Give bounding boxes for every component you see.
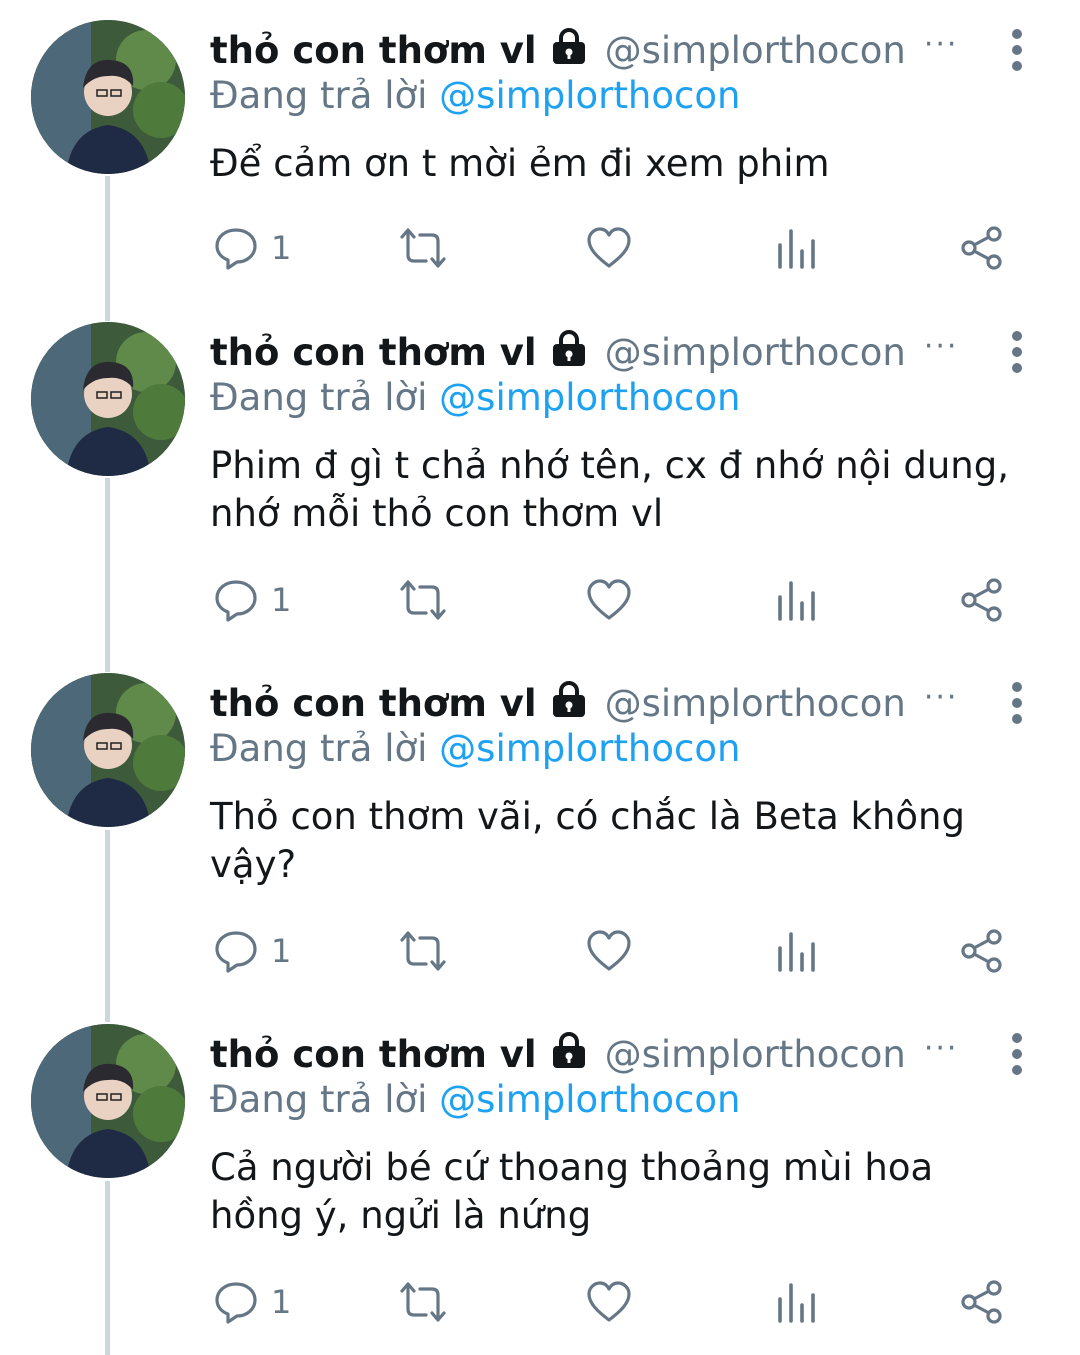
handle[interactable]: @simplorthocon: [605, 1033, 906, 1076]
replying-to: Đang trả lời @simplorthocon: [210, 376, 740, 419]
kebab-menu-icon[interactable]: [1005, 1032, 1029, 1076]
like-button[interactable]: [585, 218, 633, 278]
tweet-text: Cả người bé cứ thoang thoảng mùi hoa hồn…: [210, 1146, 934, 1237]
action-bar: 1: [0, 921, 1080, 981]
analytics-icon: [775, 1279, 819, 1325]
like-button[interactable]: [585, 570, 633, 630]
lock-icon: [549, 1030, 589, 1079]
handle[interactable]: @simplorthocon: [605, 29, 906, 72]
analytics-button[interactable]: [775, 570, 819, 630]
share-icon: [959, 928, 1005, 974]
analytics-button[interactable]: [775, 1272, 819, 1332]
reply-prefix: Đang trả lời: [210, 74, 428, 117]
retweet-button[interactable]: [396, 1272, 450, 1332]
action-bar: 1: [0, 570, 1080, 630]
reply-mention[interactable]: @simplorthocon: [439, 1078, 740, 1121]
retweet-icon: [396, 1279, 450, 1325]
analytics-icon: [775, 928, 819, 974]
retweet-icon: [396, 928, 450, 974]
share-button[interactable]: [959, 921, 1005, 981]
kebab-menu-icon[interactable]: [1005, 28, 1029, 72]
tweet-text: Phim đ gì t chả nhớ tên, cx đ nhớ nội du…: [210, 444, 1009, 535]
reply-prefix: Đang trả lời: [210, 1078, 428, 1121]
lock-icon: [549, 328, 589, 377]
handle[interactable]: @simplorthocon: [605, 682, 906, 725]
share-button[interactable]: [959, 570, 1005, 630]
replying-to: Đang trả lời @simplorthocon: [210, 74, 740, 117]
share-icon: [959, 577, 1005, 623]
more-dots: ···: [923, 26, 959, 62]
reply-count: 1: [271, 581, 292, 619]
retweet-icon: [396, 577, 450, 623]
reply-button[interactable]: 1: [213, 218, 291, 278]
more-dots: ···: [923, 328, 959, 364]
reply-icon: [213, 1279, 259, 1325]
lock-icon: [549, 679, 589, 728]
display-name[interactable]: thỏ con thơm vl: [210, 1033, 537, 1076]
analytics-button[interactable]: [775, 921, 819, 981]
display-name[interactable]: thỏ con thơm vl: [210, 29, 537, 72]
kebab-menu-icon[interactable]: [1005, 681, 1029, 725]
avatar[interactable]: [31, 673, 185, 827]
reply-icon: [213, 928, 259, 974]
reply-button[interactable]: 1: [213, 921, 291, 981]
replying-to: Đang trả lời @simplorthocon: [210, 1078, 740, 1121]
reply-icon: [213, 225, 259, 271]
display-name[interactable]: thỏ con thơm vl: [210, 331, 537, 374]
heart-icon: [585, 225, 633, 271]
more-dots: ···: [923, 1030, 959, 1066]
reply-count: 1: [271, 932, 292, 970]
share-icon: [959, 225, 1005, 271]
avatar[interactable]: [31, 20, 185, 174]
analytics-icon: [775, 577, 819, 623]
display-name[interactable]: thỏ con thơm vl: [210, 682, 537, 725]
retweet-button[interactable]: [396, 570, 450, 630]
kebab-menu-icon[interactable]: [1005, 330, 1029, 374]
reply-button[interactable]: 1: [213, 570, 291, 630]
reply-mention[interactable]: @simplorthocon: [439, 74, 740, 117]
heart-icon: [585, 928, 633, 974]
reply-mention[interactable]: @simplorthocon: [439, 376, 740, 419]
action-bar: 1: [0, 218, 1080, 278]
tweet-text: Thỏ con thơm vãi, có chắc là Beta không …: [210, 795, 965, 886]
share-icon: [959, 1279, 1005, 1325]
share-button[interactable]: [959, 218, 1005, 278]
retweet-button[interactable]: [396, 921, 450, 981]
analytics-button[interactable]: [775, 218, 819, 278]
reply-prefix: Đang trả lời: [210, 376, 428, 419]
retweet-icon: [396, 225, 450, 271]
replying-to: Đang trả lời @simplorthocon: [210, 727, 740, 770]
lock-icon: [549, 26, 589, 75]
like-button[interactable]: [585, 921, 633, 981]
reply-count: 1: [271, 1283, 292, 1321]
analytics-icon: [775, 225, 819, 271]
share-button[interactable]: [959, 1272, 1005, 1332]
action-bar: 1: [0, 1272, 1080, 1332]
heart-icon: [585, 577, 633, 623]
handle[interactable]: @simplorthocon: [605, 331, 906, 374]
avatar[interactable]: [31, 1024, 185, 1178]
more-dots: ···: [923, 679, 959, 715]
reply-mention[interactable]: @simplorthocon: [439, 727, 740, 770]
like-button[interactable]: [585, 1272, 633, 1332]
reply-count: 1: [271, 229, 292, 267]
retweet-button[interactable]: [396, 218, 450, 278]
tweet-text: Để cảm ơn t mời ẻm đi xem phim: [210, 142, 830, 185]
heart-icon: [585, 1279, 633, 1325]
reply-button[interactable]: 1: [213, 1272, 291, 1332]
reply-icon: [213, 577, 259, 623]
avatar[interactable]: [31, 322, 185, 476]
reply-prefix: Đang trả lời: [210, 727, 428, 770]
